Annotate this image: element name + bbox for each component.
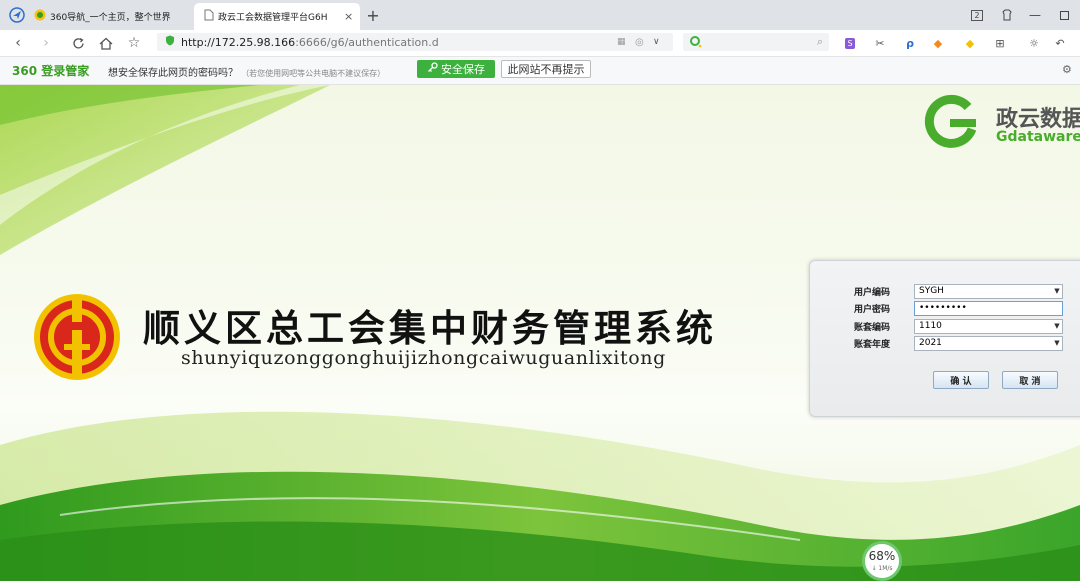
tab-label: 360导航_一个主页，整个世界	[50, 13, 171, 23]
tab-360-navigation[interactable]: 360导航_一个主页，整个世界	[34, 3, 194, 30]
gdataware-logo-icon	[924, 94, 977, 148]
tab-count-badge[interactable]: 2	[968, 0, 986, 30]
tab-label: 政云工会数据管理平台G6H	[218, 13, 328, 23]
undo-icon[interactable]: ↶	[1052, 35, 1068, 51]
favorite-star-icon[interactable]: ☆	[124, 33, 144, 53]
back-icon[interactable]: ‹	[8, 33, 28, 53]
account-code-select[interactable]: 1110 ▼	[914, 319, 1063, 334]
shield-guard-icon[interactable]: ◆	[962, 35, 978, 51]
speed-percent: 68%	[868, 549, 896, 563]
password-label: 用户密码	[854, 305, 891, 315]
account-year-label: 账套年度	[854, 340, 891, 350]
password-save-bar: 360 登录管家 想安全保存此网页的密码吗？ （若您使用网吧等公共电脑不建议保存…	[0, 57, 1080, 85]
maximize-icon[interactable]	[1055, 0, 1073, 30]
chevron-down-icon[interactable]: ▼	[1052, 337, 1062, 350]
cancel-button[interactable]: 取 消	[1002, 371, 1058, 389]
qr-code-icon[interactable]: ▦	[617, 37, 626, 47]
account-year-select[interactable]: 2021 ▼	[914, 336, 1063, 351]
key-icon	[427, 62, 438, 76]
save-password-message: 想安全保存此网页的密码吗？ （若您使用网吧等公共电脑不建议保存）	[108, 68, 386, 79]
system-title-cn: 顺义区总工会集中财务管理系统	[143, 306, 717, 350]
system-title-pinyin: shunyiquzonggonghuijizhongcaiwuguanlixit…	[181, 347, 666, 369]
360-login-manager-logo: 360 登录管家	[12, 64, 90, 78]
page-icon	[204, 9, 214, 24]
password-input[interactable]: •••••••••	[914, 301, 1063, 316]
url-host: http://172.25.98.166	[181, 35, 296, 49]
url-path: :6666/g6/authentication.d	[295, 35, 439, 49]
tab-authentication[interactable]: 政云工会数据管理平台G6H ×	[194, 3, 360, 30]
trade-union-emblem-icon	[34, 294, 120, 380]
compat-mode-icon[interactable]: ◎	[635, 37, 644, 48]
chevron-down-icon[interactable]: ▼	[1052, 285, 1062, 298]
login-page: 政云数据 Gdataware 顺义区总工会集中财务管理系统 shunyiquzo…	[0, 85, 1080, 581]
new-tab-icon[interactable]: +	[364, 0, 382, 30]
translate-icon[interactable]: ρ	[902, 35, 918, 51]
never-prompt-button[interactable]: 此网站不再提示	[501, 60, 591, 78]
browser-menu-icon[interactable]	[8, 0, 26, 30]
network-speed-widget[interactable]: 68% ↓ 1M/s	[862, 541, 902, 581]
brand-logo: 政云数据 Gdataware	[920, 93, 1080, 155]
confirm-button[interactable]: 确 认	[933, 371, 989, 389]
login-panel: 用户编码 SYGH ▼ 用户密码 ••••••••• 账套编码 1110 ▼ 账…	[809, 260, 1080, 417]
account-code-label: 账套编码	[854, 323, 891, 333]
address-toolbar: ‹ › ☆ http://172.25.98.166:6666/g6/authe…	[0, 30, 1080, 57]
extension-icon[interactable]: S	[842, 35, 858, 51]
settings-gear-icon[interactable]: ⚙	[1062, 63, 1072, 76]
360-browser-icon	[34, 9, 46, 24]
search-icon[interactable]: ⌕	[817, 35, 823, 49]
forward-icon[interactable]: ›	[36, 33, 56, 53]
search-input[interactable]: ⌕	[683, 33, 829, 51]
user-code-label: 用户编码	[854, 288, 891, 298]
chevron-down-icon[interactable]: ▼	[1052, 320, 1062, 333]
user-code-select[interactable]: SYGH ▼	[914, 284, 1063, 299]
brightness-icon[interactable]: ☼	[1026, 35, 1042, 51]
reload-icon[interactable]	[68, 33, 88, 53]
skin-icon[interactable]	[998, 0, 1016, 30]
url-field[interactable]: http://172.25.98.166:6666/g6/authenticat…	[157, 33, 673, 51]
security-shield-icon	[165, 35, 175, 49]
secure-save-button[interactable]: 安全保存	[417, 60, 495, 78]
minimize-icon[interactable]: —	[1026, 0, 1044, 30]
browser-tab-bar: 360导航_一个主页，整个世界 政云工会数据管理平台G6H × + 2 —	[0, 0, 1080, 30]
brand-name-en: Gdataware	[996, 129, 1080, 145]
game-icon[interactable]: ◆	[930, 35, 946, 51]
close-tab-icon[interactable]: ×	[344, 10, 353, 23]
search-engine-icon[interactable]	[689, 35, 703, 52]
screenshot-scissors-icon[interactable]: ✂	[872, 35, 888, 51]
home-icon[interactable]	[96, 33, 116, 53]
apps-grid-icon[interactable]: ⊞	[992, 35, 1008, 51]
speed-rate: ↓ 1M/s	[871, 565, 893, 572]
chevron-down-icon[interactable]: ∨	[653, 37, 660, 47]
